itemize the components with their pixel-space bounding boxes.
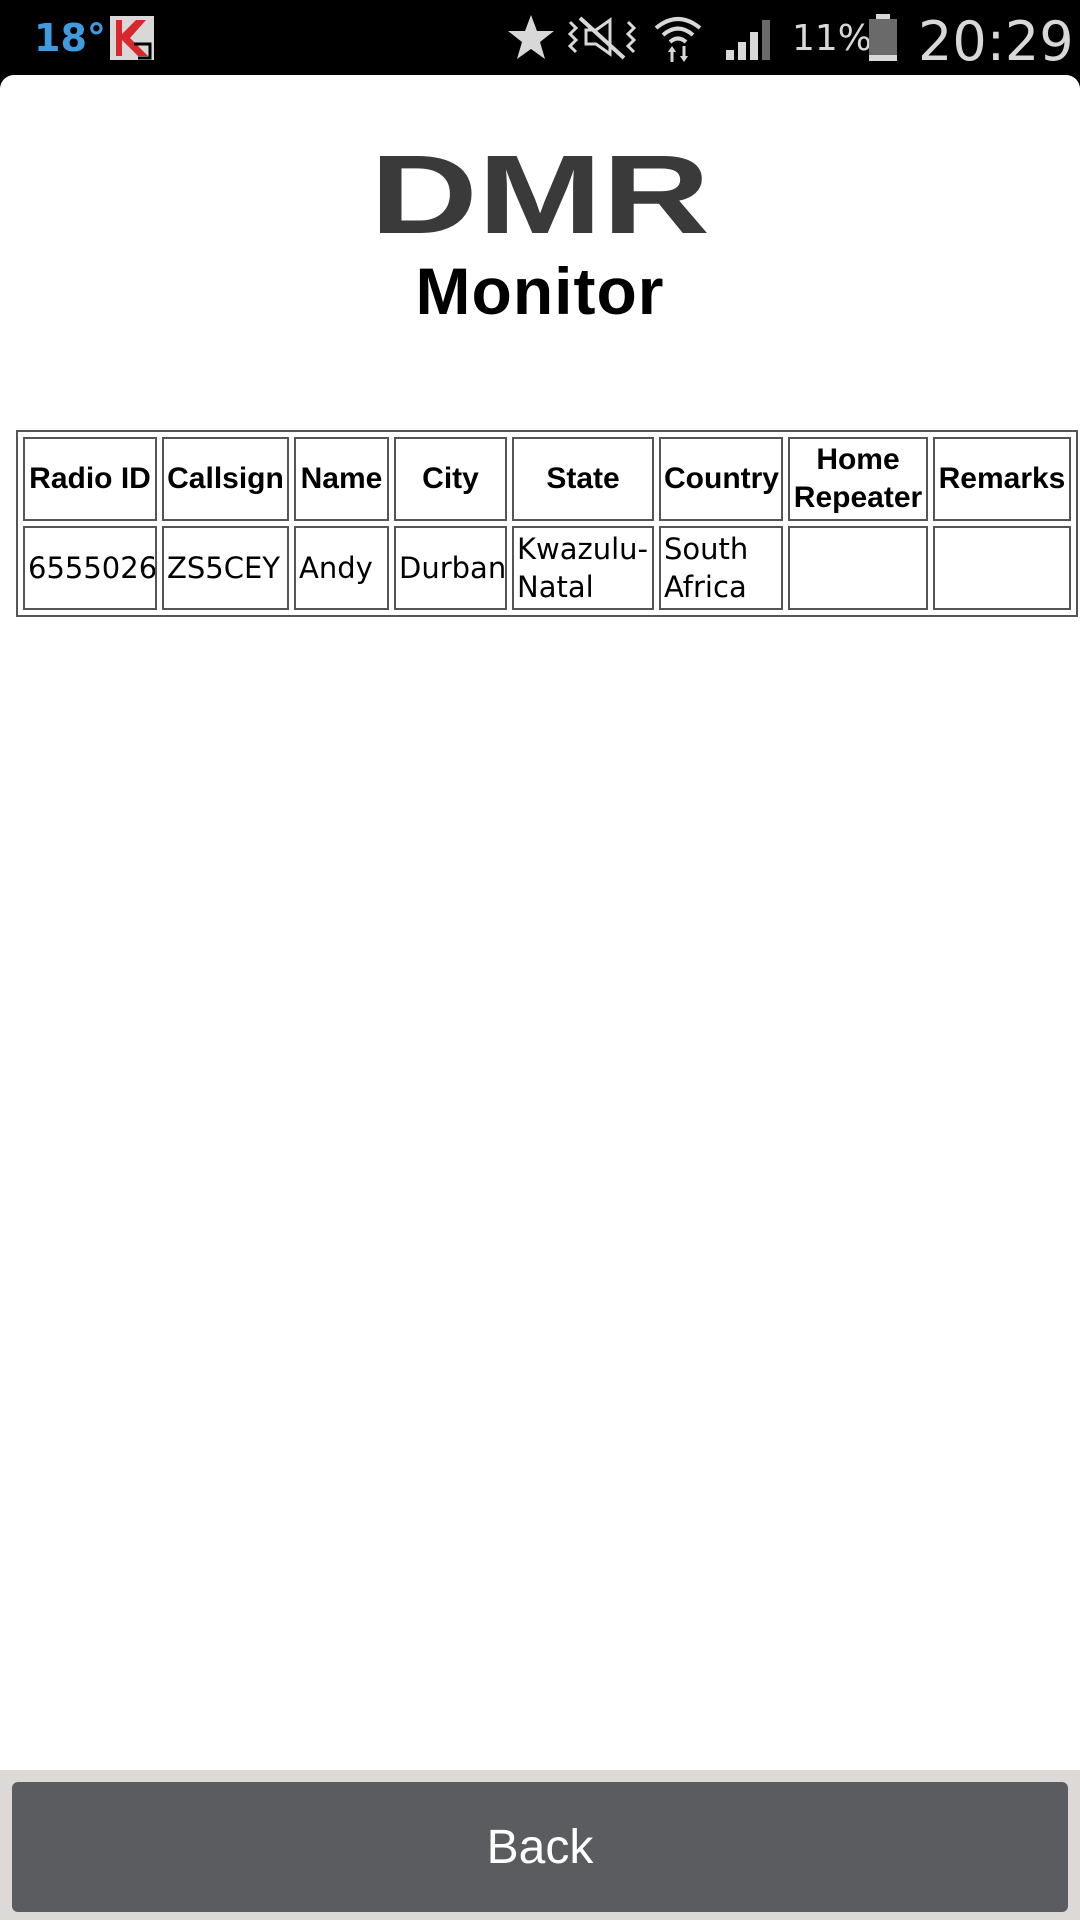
table-row: 6555026 ZS5CEY Andy Durban Kwazulu-Natal…	[23, 526, 1071, 610]
clock: 20:29	[918, 10, 1074, 73]
column-header-name: Name	[294, 437, 389, 521]
logo-text: DMR	[370, 145, 710, 243]
cell-name: Andy	[294, 526, 389, 610]
cell-callsign: ZS5CEY	[162, 526, 289, 610]
cell-country: South Africa	[659, 526, 783, 610]
cell-home-repeater	[788, 526, 928, 610]
vibrate-mute-icon	[567, 16, 637, 60]
cell-state: Kwazulu-Natal	[512, 526, 654, 610]
cell-remarks	[933, 526, 1071, 610]
back-button[interactable]: Back	[12, 1782, 1068, 1912]
footer-bar: Back	[0, 1770, 1080, 1920]
battery-percent: 11%	[792, 18, 873, 59]
star-icon	[508, 15, 554, 59]
dmr-logo-mark: DMR	[370, 145, 710, 243]
table-header-row: Radio ID Callsign Name City State Countr…	[23, 437, 1071, 521]
results-table: Radio ID Callsign Name City State Countr…	[16, 430, 1078, 617]
column-header-callsign: Callsign	[162, 437, 289, 521]
kaspersky-icon	[110, 16, 154, 60]
status-bar: 18° 11% 20:29	[0, 0, 1080, 75]
cell-radio-id: 6555026	[23, 526, 157, 610]
app-screen: DMR Monitor Radio ID Callsign Name City …	[0, 75, 1080, 1920]
page-title: Monitor	[415, 254, 665, 328]
app-logo: DMR Monitor	[0, 145, 1080, 329]
column-header-country: Country	[659, 437, 783, 521]
column-header-city: City	[394, 437, 507, 521]
results-table-container: Radio ID Callsign Name City State Countr…	[16, 430, 1078, 617]
column-header-radio-id: Radio ID	[23, 437, 157, 521]
weather-temperature: 18°	[34, 16, 106, 60]
wifi-icon	[654, 17, 702, 62]
cell-city: Durban	[394, 526, 507, 610]
column-header-home-repeater: Home Repeater	[788, 437, 928, 521]
column-header-state: State	[512, 437, 654, 521]
battery-icon	[869, 14, 897, 61]
signal-icon	[726, 20, 770, 60]
column-header-remarks: Remarks	[933, 437, 1071, 521]
